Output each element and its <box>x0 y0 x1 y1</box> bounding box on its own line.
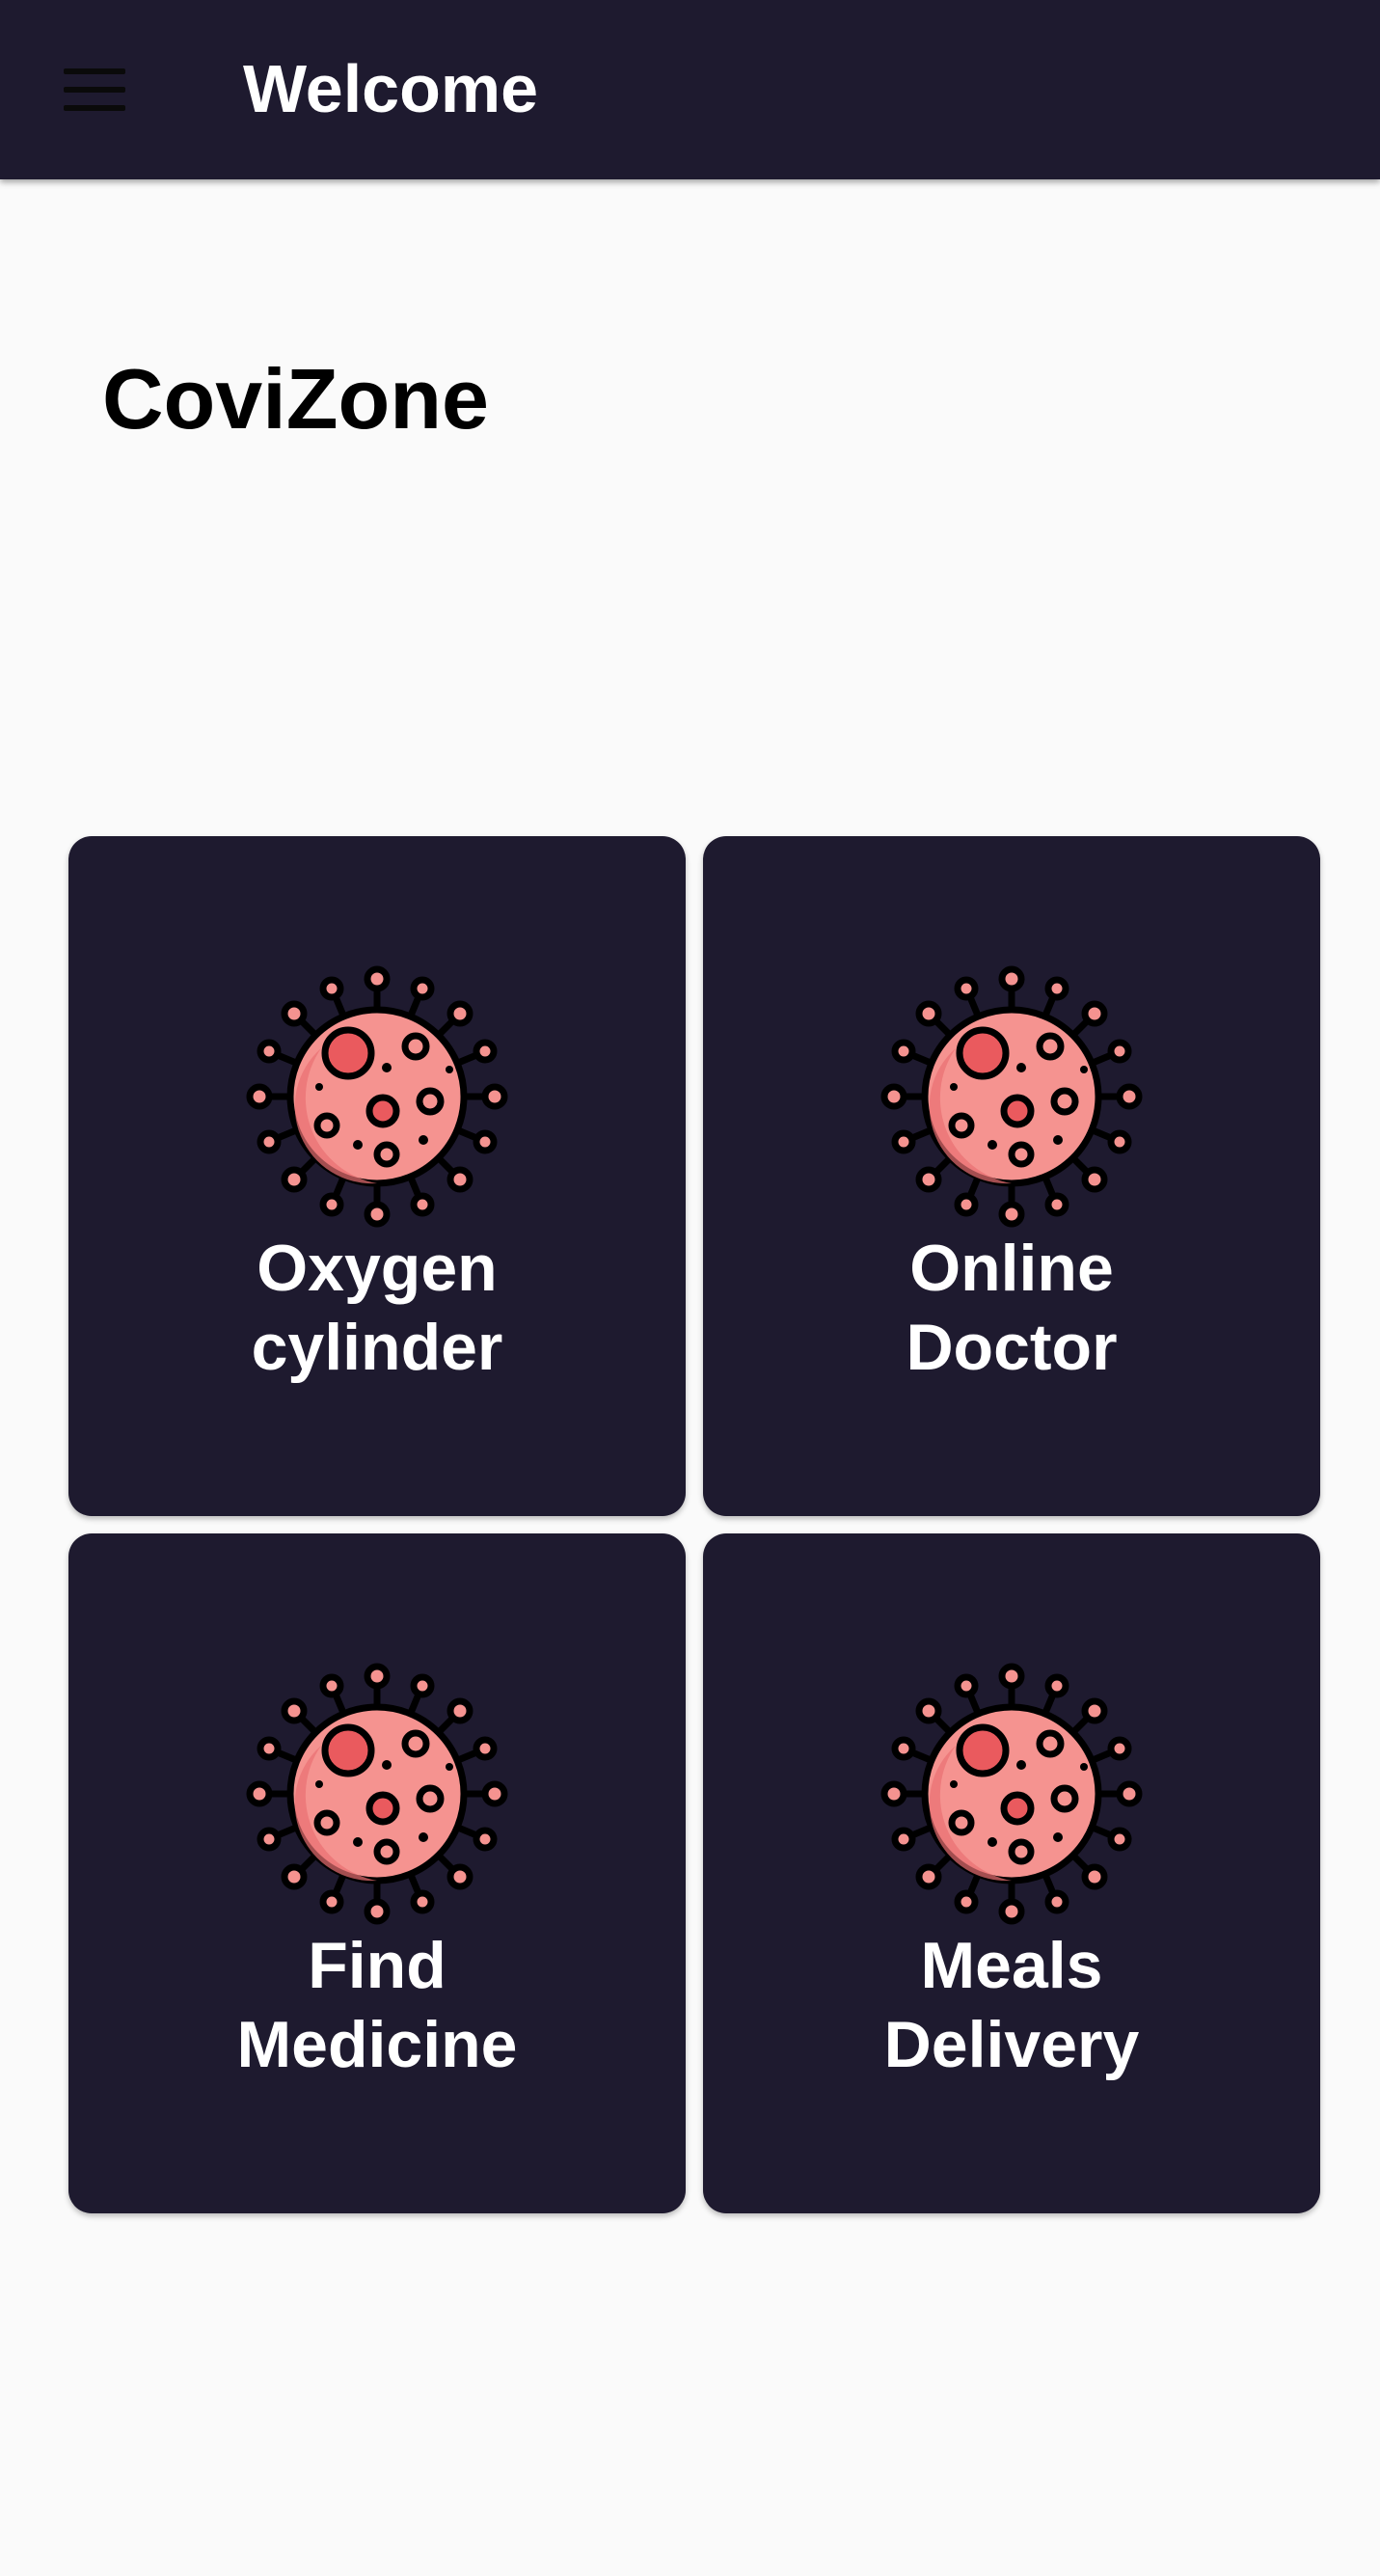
virus-icon <box>242 962 512 1232</box>
app-bar: Welcome <box>0 0 1380 179</box>
virus-icon <box>877 962 1147 1232</box>
tile-label: Online Doctor <box>906 1232 1118 1384</box>
tile-online-doctor[interactable]: Online Doctor <box>703 836 1320 1516</box>
tile-label: Oxygen cylinder <box>251 1232 503 1384</box>
tile-oxygen-cylinder[interactable]: Oxygen cylinder <box>68 836 686 1516</box>
hamburger-line <box>64 105 125 111</box>
tile-find-medicine[interactable]: Find Medicine <box>68 1533 686 2213</box>
virus-icon <box>877 1659 1147 1929</box>
tile-meals-delivery[interactable]: Meals Delivery <box>703 1533 1320 2213</box>
hamburger-line <box>64 87 125 93</box>
brand-title: CoviZone <box>102 351 489 447</box>
tile-label: Meals Delivery <box>883 1929 1140 2081</box>
app-title: Welcome <box>243 51 539 126</box>
hamburger-line <box>64 68 125 74</box>
tile-label: Find Medicine <box>236 1929 518 2081</box>
virus-icon <box>242 1659 512 1929</box>
menu-button[interactable] <box>50 51 137 128</box>
